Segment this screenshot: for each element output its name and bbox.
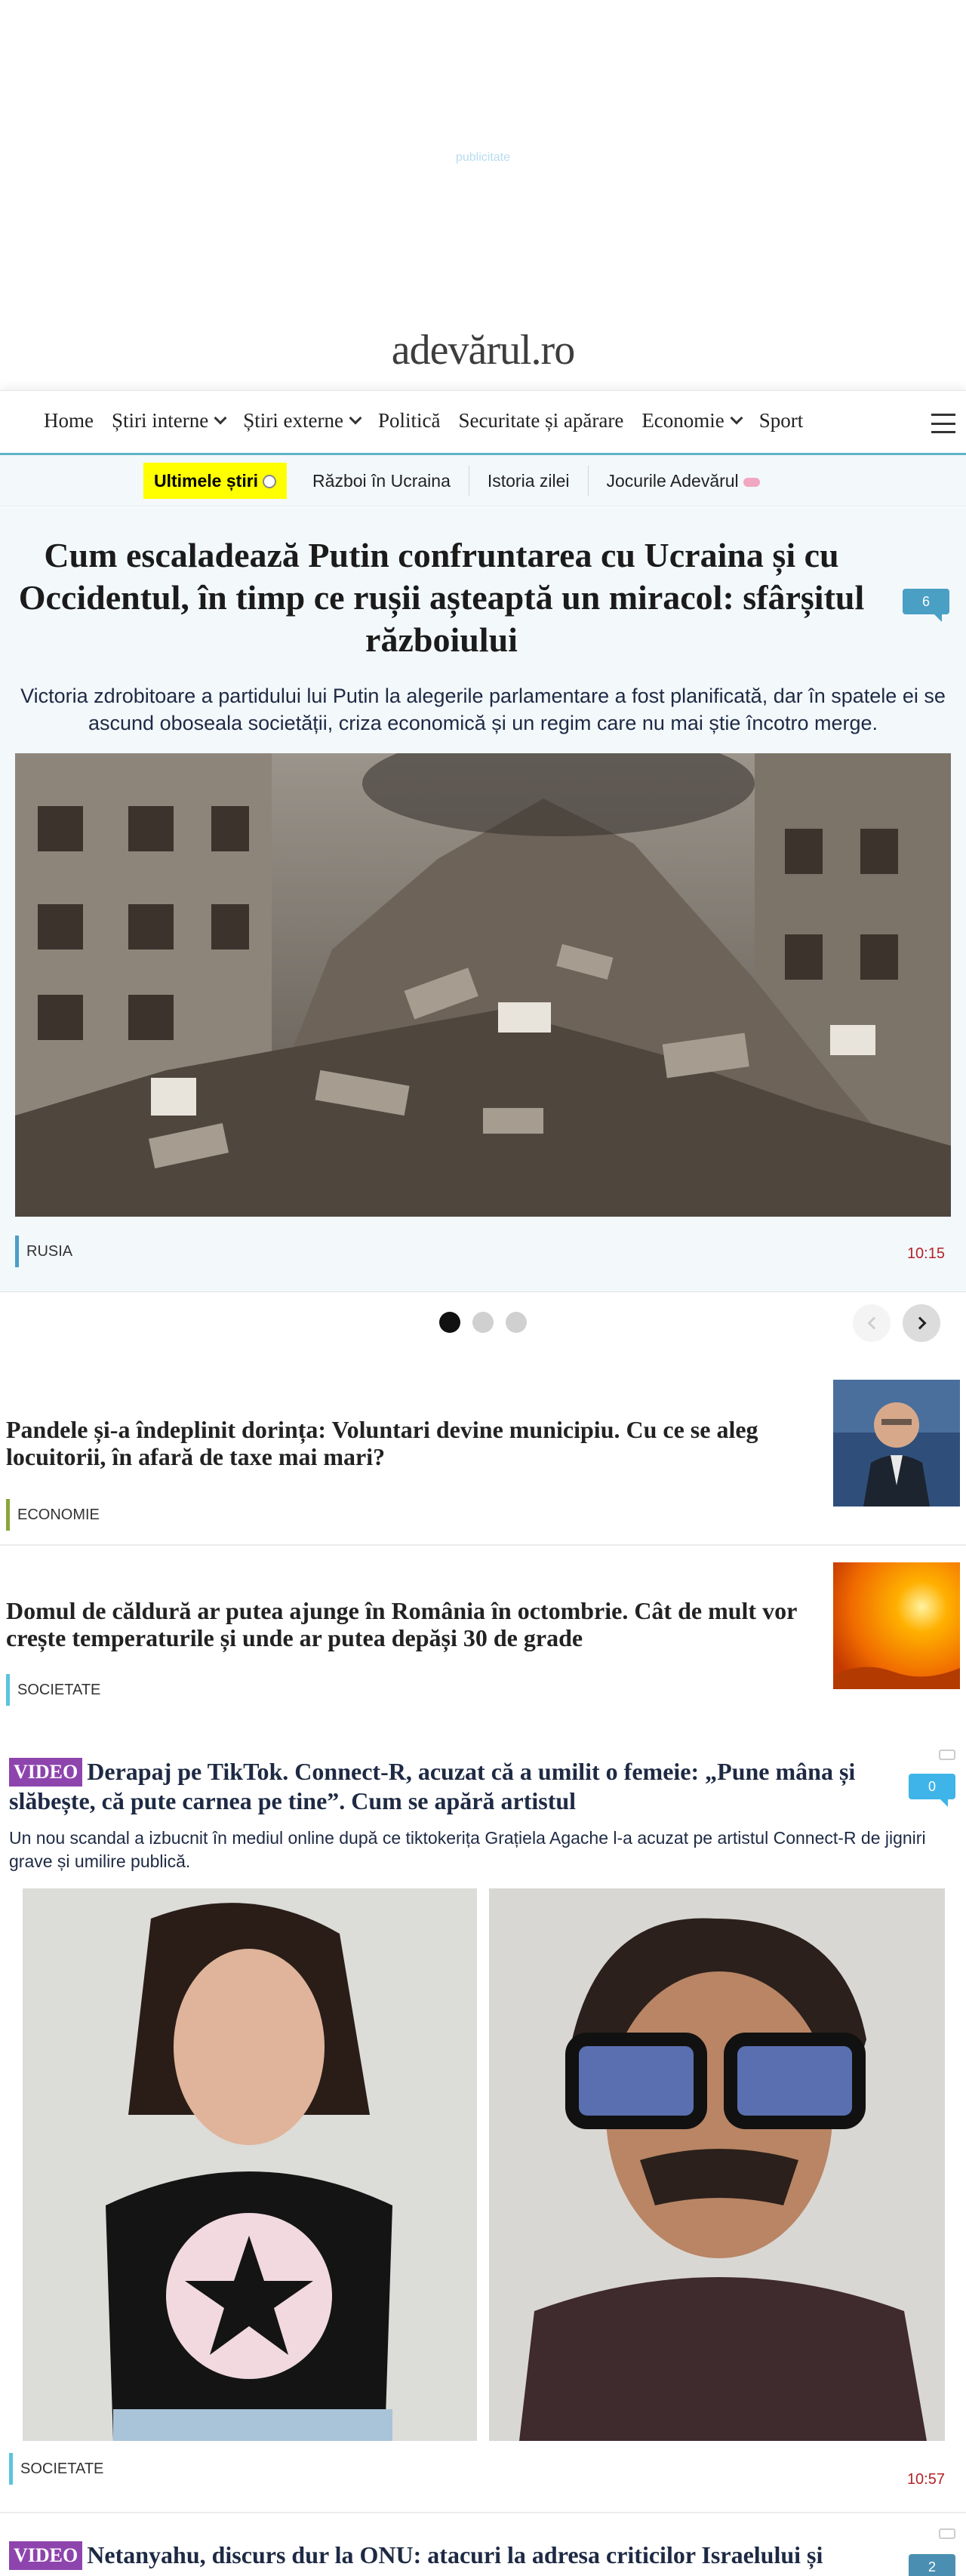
nav-item-4[interactable]: Securitate și apărare	[458, 409, 623, 432]
video-camera-icon	[939, 2528, 955, 2539]
video-camera-icon	[939, 1750, 955, 1760]
hero-article[interactable]: Cum escaladează Putin confruntarea cu Uc…	[0, 507, 966, 1292]
ad-label: publicitate	[455, 151, 511, 164]
nav-item-3[interactable]: Politică	[378, 409, 441, 432]
article-lead: Un nou scandal a izbucnit în mediul onli…	[9, 1828, 926, 1871]
hamburger-icon[interactable]	[931, 414, 955, 433]
latest-news-label: Ultimele știri	[154, 471, 259, 491]
nav-item-label: Politică	[377, 409, 441, 432]
subnav-item-games[interactable]: Jocurile Adevărul	[589, 466, 778, 496]
category-label[interactable]: SOCIETATE	[9, 2453, 103, 2485]
nav-item-0[interactable]: Home	[44, 409, 94, 432]
timestamp: 10:15	[906, 1245, 945, 1262]
nav-item-label: Știri externe	[243, 409, 343, 432]
chevron-left-icon	[867, 1316, 880, 1330]
category-label[interactable]: ECONOMIE	[6, 1499, 100, 1531]
stopwatch-icon	[263, 475, 277, 488]
carousel-dot-2[interactable]	[472, 1312, 494, 1333]
article-title[interactable]: VIDEO Netanyahu, discurs dur la ONU: atac…	[9, 2541, 884, 2570]
video-tag: VIDEO	[9, 1758, 83, 1787]
article-title[interactable]: Pandele și-a îndeplinit dorința: Volunta…	[6, 1416, 821, 1470]
latest-news-link[interactable]: Ultimele știri	[143, 463, 288, 499]
carousel-prev-button[interactable]	[853, 1304, 891, 1342]
nav-item-2[interactable]: Știri externe	[243, 409, 362, 432]
nav-item-5[interactable]: Economie	[641, 409, 743, 432]
carousel-next-button[interactable]	[903, 1304, 940, 1342]
hero-title[interactable]: Cum escaladează Putin confruntarea cu Uc…	[15, 534, 868, 661]
subnav-item-ukraine-war[interactable]: Război în Ucraina	[294, 466, 469, 496]
subnav-games-label: Jocurile Adevărul	[606, 471, 739, 491]
nav-item-label: Economie	[641, 409, 724, 432]
sub-nav: Ultimele știri Război în Ucraina Istoria…	[0, 455, 966, 506]
article-title-text: Derapaj pe TikTok. Connect-R, acuzat că …	[9, 1758, 856, 1814]
comments-badge[interactable]: 6	[903, 589, 949, 622]
ad-slot[interactable]: publicitate	[0, 0, 966, 317]
video-article-card[interactable]: VIDEO Derapaj pe TikTok. Connect-R, acuza…	[0, 1728, 966, 2513]
hero-image[interactable]	[15, 753, 951, 1217]
article-photo-left[interactable]	[23, 1888, 477, 2441]
carousel-dots	[439, 1312, 527, 1333]
nav-items: Home Știri interne Știri externe Politică Se…	[44, 409, 803, 432]
comments-badge[interactable]: 0	[909, 1774, 955, 1807]
chevron-down-icon	[730, 411, 743, 424]
chevron-down-icon	[349, 411, 362, 424]
chevron-right-icon	[913, 1316, 926, 1330]
article-thumbnail[interactable]	[833, 1380, 960, 1507]
nav-item-6[interactable]: Sport	[759, 409, 804, 432]
subnav-item-history[interactable]: Istoria zilei	[469, 466, 589, 496]
timestamp: 10:57	[906, 2471, 945, 2488]
article-title[interactable]: VIDEO Derapaj pe TikTok. Connect-R, acuza…	[9, 1757, 884, 1815]
article-title-text: Netanyahu, discurs dur la ONU: atacuri l…	[87, 2541, 823, 2568]
chevron-down-icon	[214, 411, 227, 424]
nav-item-label: Securitate și apărare	[458, 409, 624, 432]
main-nav: Home Știri interne Știri externe Politică Se…	[0, 390, 966, 455]
nav-item-label: Știri interne	[111, 409, 209, 432]
article-card[interactable]: Pandele și-a îndeplinit dorința: Volunta…	[0, 1366, 966, 1546]
category-label[interactable]: RUSIA	[15, 1236, 72, 1267]
brain-icon	[743, 477, 760, 487]
carousel-dot-1[interactable]	[439, 1312, 460, 1333]
category-label[interactable]: SOCIETATE	[6, 1674, 100, 1706]
article-thumbnail[interactable]	[833, 1562, 960, 1689]
article-title[interactable]: Domul de căldură ar putea ajunge în Româ…	[6, 1597, 821, 1651]
nav-item-1[interactable]: Știri interne	[111, 409, 227, 432]
nav-item-label: Sport	[758, 409, 804, 432]
site-logo[interactable]: adevărul.ro	[0, 326, 966, 374]
nav-item-label: Home	[44, 409, 94, 432]
article-card[interactable]: Domul de căldură ar putea ajunge în Româ…	[0, 1547, 966, 1719]
hero-lead: Victoria zdrobitoare a partidului lui Pu…	[20, 685, 946, 734]
article-photo-right[interactable]	[489, 1888, 945, 2441]
carousel-dot-3[interactable]	[506, 1312, 527, 1333]
video-article-card[interactable]: VIDEO Netanyahu, discurs dur la ONU: atac…	[0, 2515, 966, 2576]
video-tag: VIDEO	[9, 2541, 83, 2570]
comments-badge[interactable]: 2	[909, 2554, 955, 2576]
